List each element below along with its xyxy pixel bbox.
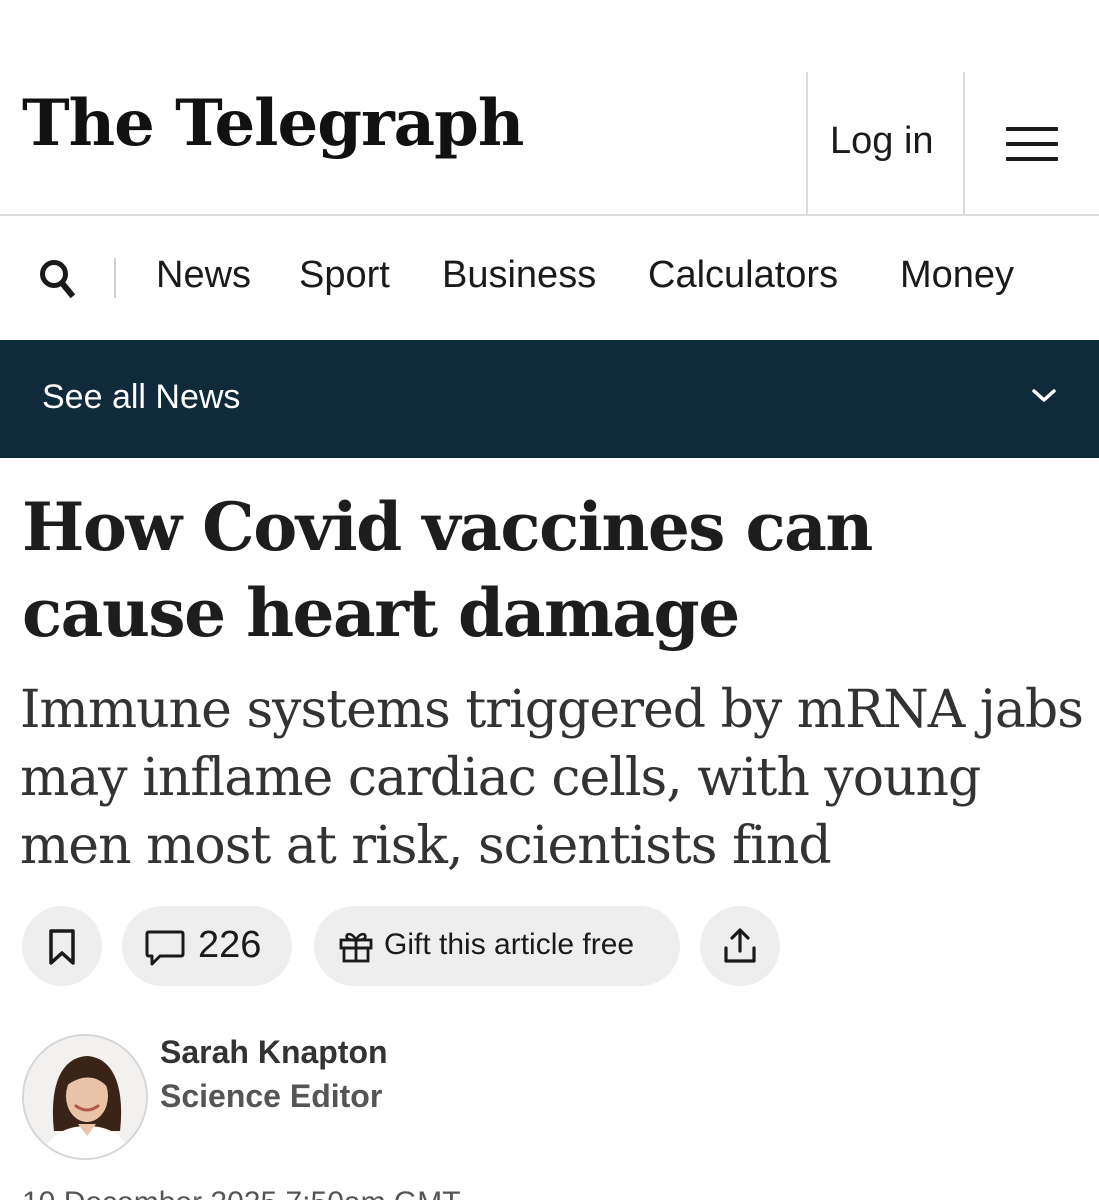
- share-button[interactable]: [700, 906, 780, 986]
- telegraph-logo[interactable]: The Telegraph: [22, 92, 524, 156]
- bookmark-icon: [49, 929, 75, 965]
- comment-icon: [145, 930, 185, 966]
- nav-item-sport[interactable]: Sport: [299, 254, 390, 297]
- nav-scroll-fade: [1030, 240, 1099, 320]
- chevron-down-icon: [1032, 389, 1056, 402]
- nav-item-money[interactable]: Money: [900, 254, 1014, 297]
- bookmark-button[interactable]: [22, 906, 102, 986]
- author-avatar[interactable]: [22, 1034, 148, 1160]
- gift-article-button[interactable]: Gift this article free: [314, 906, 680, 986]
- article-dateline: 10 December 2025 7:50am GMT: [22, 1186, 461, 1200]
- masthead-divider: [963, 72, 965, 216]
- article-headline: How Covid vaccines can cause heart damag…: [22, 488, 873, 652]
- see-all-news-label: See all News: [42, 378, 241, 416]
- masthead: The Telegraph Log in: [0, 0, 1099, 216]
- see-all-news-bar[interactable]: See all News: [0, 340, 1099, 458]
- author-role: Science Editor: [160, 1078, 383, 1114]
- nav-item-business[interactable]: Business: [442, 254, 596, 297]
- gift-article-label: Gift this article free: [384, 928, 635, 961]
- hamburger-menu-icon[interactable]: [1006, 127, 1058, 161]
- author-name[interactable]: Sarah Knapton: [160, 1034, 388, 1071]
- article-standfirst: Immune systems triggered by mRNA jabs ma…: [20, 680, 1084, 876]
- masthead-divider: [806, 72, 808, 216]
- nav-separator: [114, 258, 116, 298]
- gift-icon: [339, 932, 373, 963]
- share-icon: [724, 928, 756, 963]
- login-button[interactable]: Log in: [830, 120, 934, 163]
- nav-item-news[interactable]: News: [156, 254, 251, 297]
- comments-button[interactable]: 226: [122, 906, 292, 986]
- comment-count: 226: [198, 924, 262, 966]
- search-icon[interactable]: [38, 258, 78, 300]
- nav-item-calculators[interactable]: Calculators: [648, 254, 838, 297]
